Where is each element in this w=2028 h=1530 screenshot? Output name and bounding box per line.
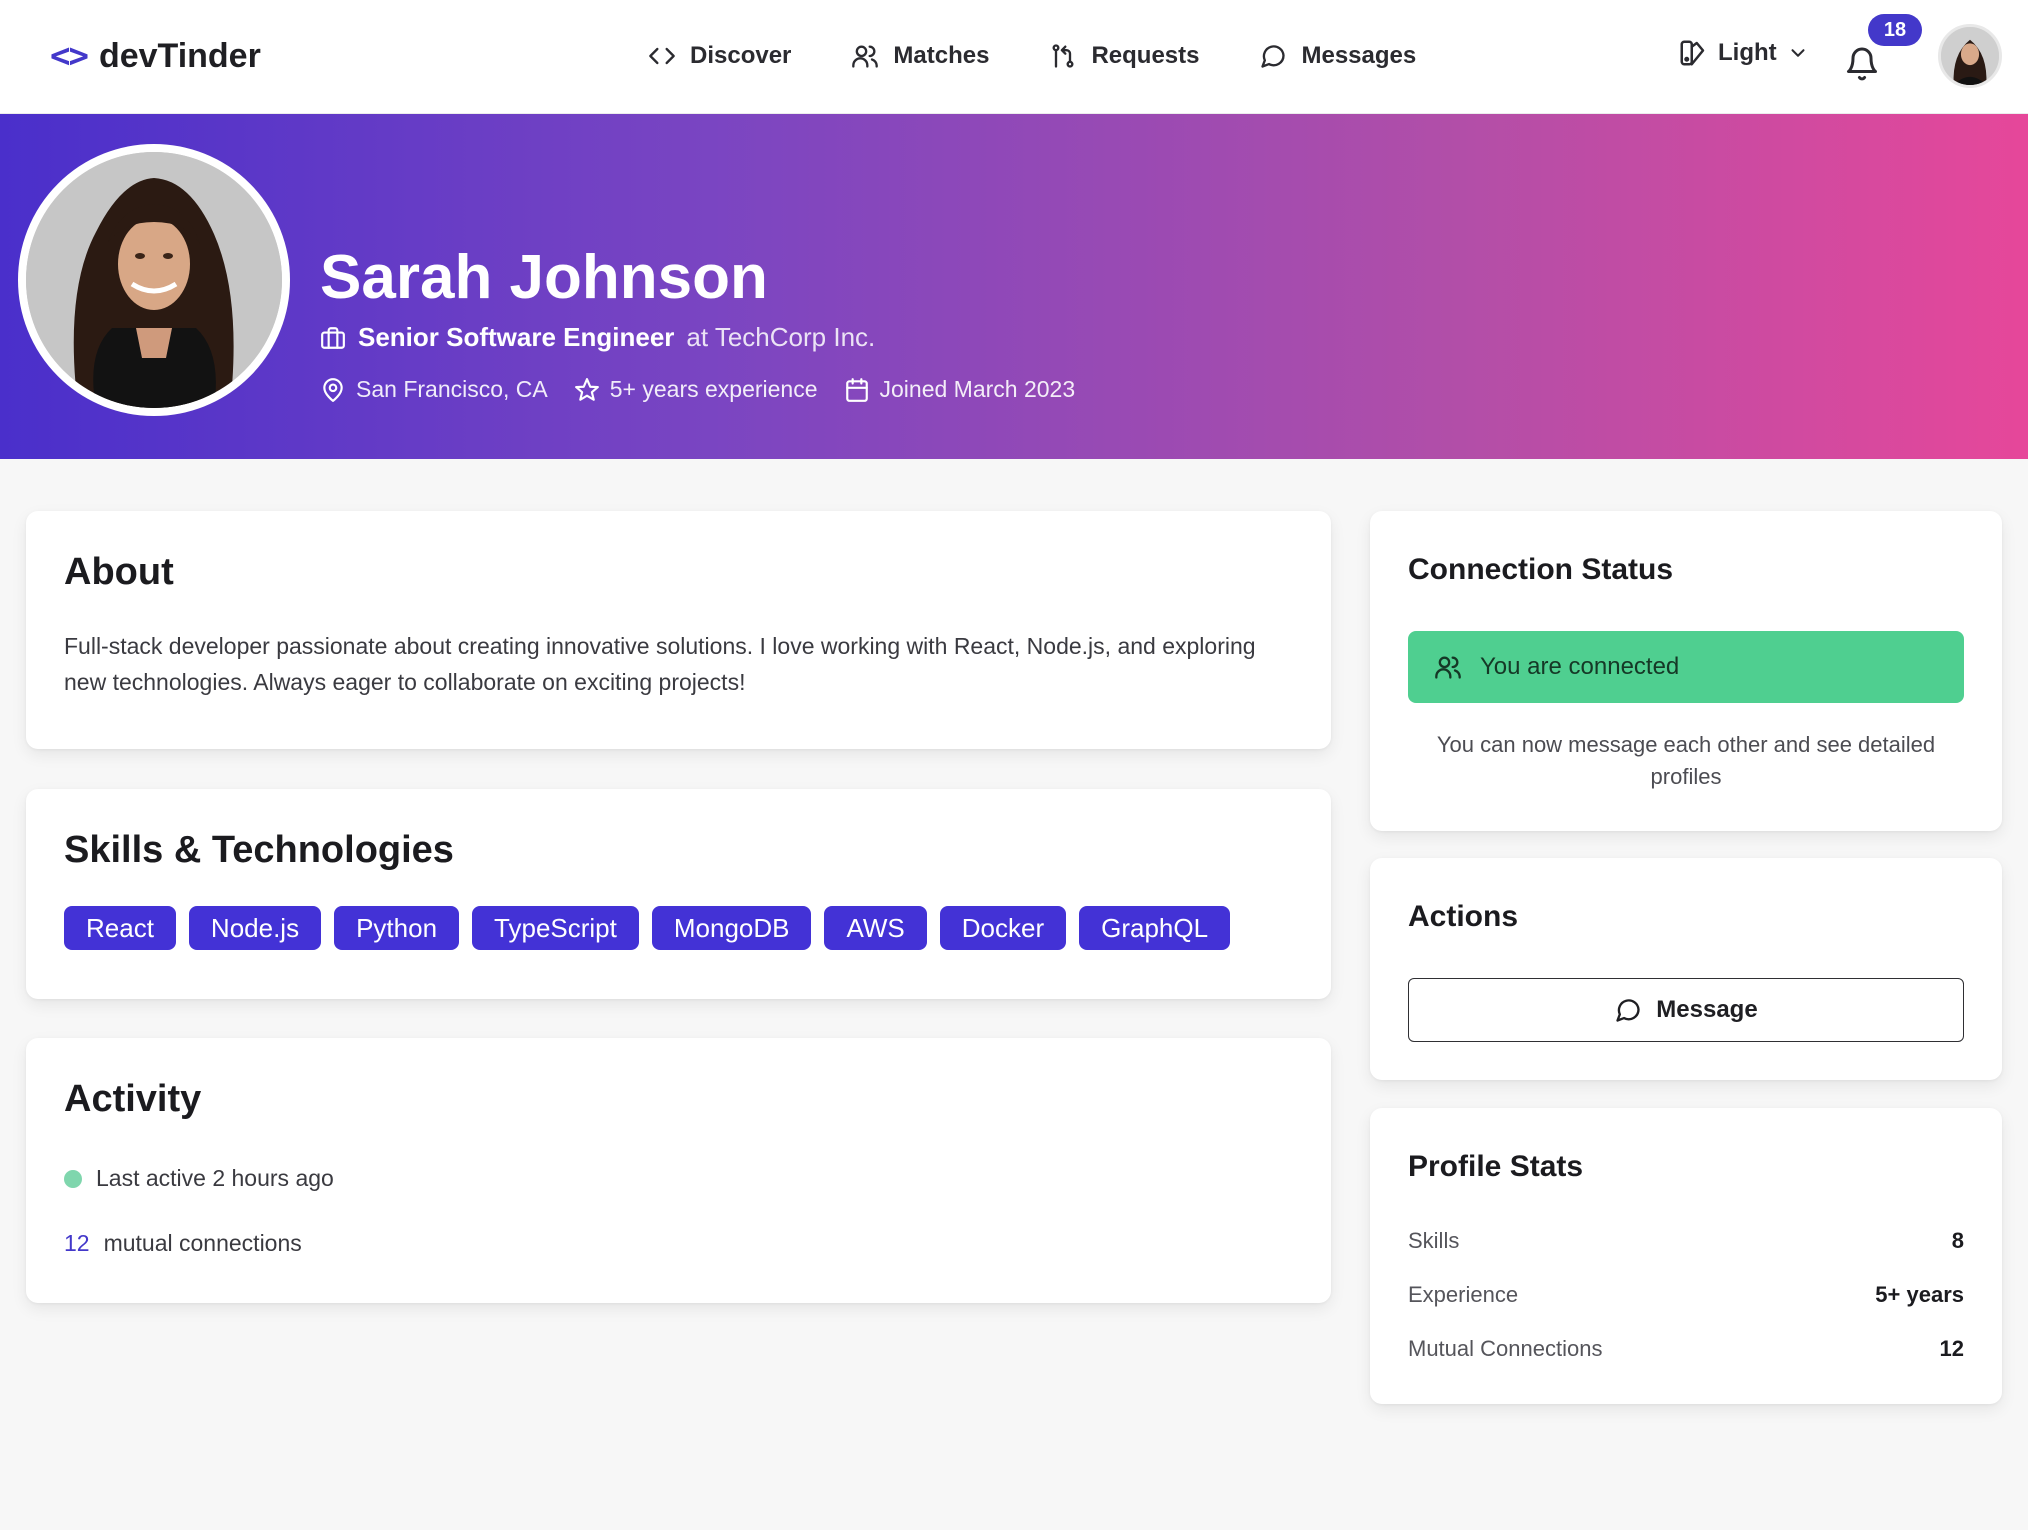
skill-chip: Node.js	[188, 906, 322, 950]
users-icon	[1435, 656, 1461, 679]
connected-status-banner: You are connected	[1408, 631, 1964, 703]
skill-chip: AWS	[824, 906, 927, 950]
stat-row-experience: Experience 5+ years	[1408, 1282, 1964, 1308]
users-icon	[852, 45, 879, 68]
skill-list: React Node.js Python TypeScript MongoDB …	[64, 906, 1293, 950]
mutual-count: 12	[64, 1230, 90, 1256]
skill-chip: React	[64, 906, 176, 950]
avatar-image	[1941, 27, 1999, 85]
nav-item-matches[interactable]: Matches	[851, 42, 989, 70]
user-avatar[interactable]	[1938, 24, 2002, 88]
chevron-down-icon	[1791, 49, 1805, 57]
message-circle-icon	[1616, 999, 1640, 1022]
joined-item: Joined March 2023	[844, 376, 1076, 403]
stat-value: 12	[1939, 1336, 1964, 1361]
theme-label: Light	[1718, 39, 1777, 66]
profile-role: Senior Software Engineer at TechCorp Inc…	[320, 322, 875, 353]
stats-heading: Profile Stats	[1408, 1150, 1584, 1183]
activity-card: Activity Last active 2 hours ago 12 mutu…	[26, 1038, 1331, 1303]
brand-name: devTinder	[98, 36, 261, 75]
actions-card: Actions Message	[1370, 858, 2002, 1080]
skill-chip: MongoDB	[651, 906, 812, 950]
briefcase-icon	[321, 326, 345, 349]
connection-note: You can now message each other and see d…	[1436, 732, 1936, 789]
skill-chip: Python	[334, 906, 460, 950]
stat-row-mutual: Mutual Connections 12	[1408, 1336, 1964, 1362]
stat-label: Skills	[1408, 1228, 1460, 1253]
experience-item: 5+ years experience	[574, 376, 818, 403]
about-card: About Full-stack developer passionate ab…	[26, 511, 1331, 749]
bell-icon[interactable]	[1844, 44, 1880, 84]
connection-status-card: Connection Status You are connected You …	[1370, 511, 2002, 831]
nav-item-messages[interactable]: Messages	[1259, 42, 1416, 70]
stat-value: 5+ years	[1875, 1282, 1964, 1307]
swatch-book-icon	[1680, 40, 1705, 66]
skills-card: Skills & Technologies React Node.js Pyth…	[26, 789, 1331, 999]
about-heading: About	[64, 551, 174, 593]
nav-item-label: Discover	[690, 42, 792, 69]
message-button[interactable]: Message	[1408, 978, 1964, 1042]
location-text: San Francisco, CA	[356, 376, 548, 402]
mutual-label: mutual connections	[103, 1230, 302, 1256]
stat-label: Experience	[1408, 1282, 1519, 1307]
stat-value: 8	[1951, 1228, 1964, 1253]
nav-item-label: Matches	[893, 42, 990, 69]
theme-dropdown[interactable]: Light	[1678, 38, 1809, 68]
nav-item-requests[interactable]: Requests	[1049, 42, 1199, 70]
skill-chip: GraphQL	[1079, 906, 1231, 950]
connected-status-text: You are connected	[1480, 653, 1680, 680]
profile-hero: Sarah Johnson Senior Software Engineer a…	[0, 114, 2028, 459]
last-active-text: Last active 2 hours ago	[96, 1165, 334, 1191]
notification-badge: 18	[1868, 14, 1922, 46]
star-icon	[574, 377, 599, 401]
profile-avatar	[18, 144, 290, 416]
skill-chip: TypeScript	[472, 906, 639, 950]
map-pin-icon	[323, 377, 343, 402]
activity-heading: Activity	[64, 1078, 202, 1120]
stat-label: Mutual Connections	[1408, 1336, 1603, 1361]
online-status-dot	[64, 1169, 82, 1188]
message-circle-icon	[1261, 45, 1286, 68]
last-active-row: Last active 2 hours ago	[64, 1165, 1293, 1192]
connection-heading: Connection Status	[1408, 553, 1674, 586]
experience-text: 5+ years experience	[609, 376, 818, 402]
skill-chip: Docker	[939, 906, 1067, 950]
skills-heading: Skills & Technologies	[64, 829, 454, 871]
code-brackets-icon: <>	[50, 36, 89, 76]
nav-item-discover[interactable]: Discover	[648, 42, 791, 70]
brand-logo[interactable]: <> devTinder	[50, 34, 261, 78]
navbar: <> devTinder Discover Matches Requests M…	[0, 0, 2028, 114]
stat-row-skills: Skills 8	[1408, 1228, 1964, 1254]
profile-stats-card: Profile Stats Skills 8 Experience 5+ yea…	[1370, 1108, 2002, 1404]
profile-company: at TechCorp Inc.	[686, 322, 876, 352]
profile-title: Senior Software Engineer	[358, 322, 675, 352]
nav-item-label: Messages	[1301, 42, 1417, 69]
nav-item-label: Requests	[1091, 42, 1200, 69]
actions-heading: Actions	[1408, 900, 1519, 933]
joined-text: Joined March 2023	[879, 376, 1076, 402]
profile-photo	[26, 152, 282, 408]
code-icon	[649, 47, 675, 65]
location-item: San Francisco, CA	[320, 376, 548, 403]
calendar-icon	[845, 377, 868, 402]
profile-meta: San Francisco, CA 5+ years experience Jo…	[320, 376, 1075, 403]
profile-name: Sarah Johnson	[320, 243, 768, 312]
mutual-connections-row: 12 mutual connections	[64, 1230, 1293, 1257]
about-text: Full-stack developer passionate about cr…	[64, 633, 1256, 695]
message-button-label: Message	[1656, 996, 1758, 1023]
git-pull-request-icon	[1052, 44, 1074, 68]
main-nav: Discover Matches Requests Messages	[648, 36, 1416, 76]
